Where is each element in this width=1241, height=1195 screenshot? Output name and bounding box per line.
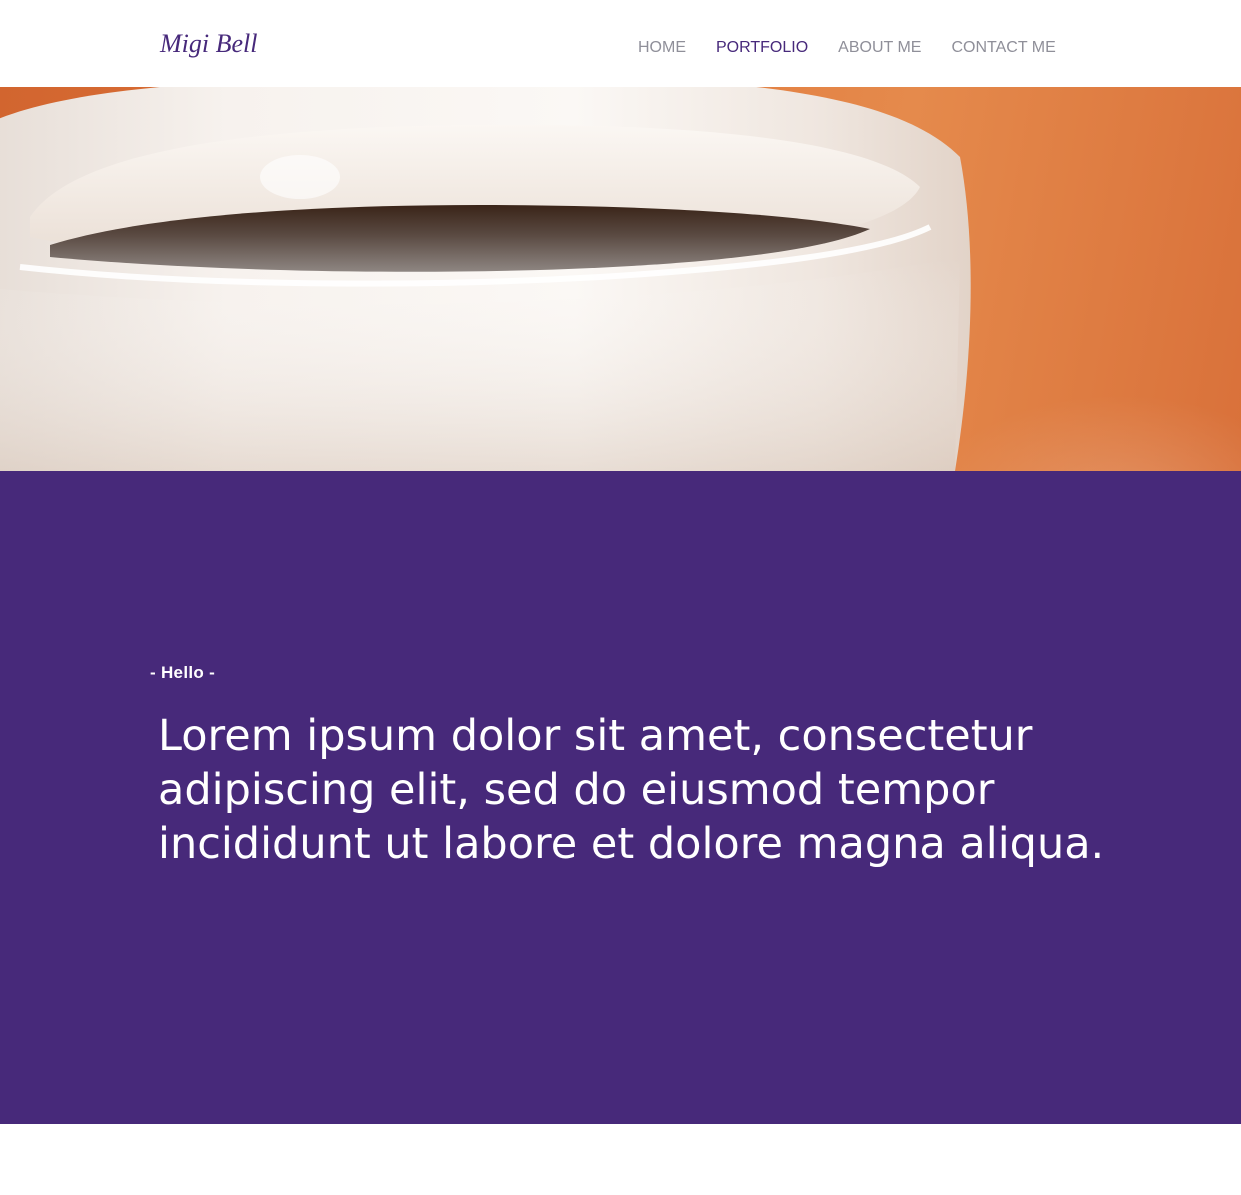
hero-image xyxy=(0,87,1241,471)
nav-contact-me[interactable]: CONTACT ME xyxy=(951,40,1055,56)
intro-section: - Hello - Lorem ipsum dolor sit amet, co… xyxy=(0,471,1241,1124)
coffee-cup-illustration xyxy=(0,87,971,471)
site-header: Migi Bell HOME PORTFOLIO ABOUT ME CONTAC… xyxy=(0,0,1241,87)
page-bottom xyxy=(0,1124,1241,1195)
nav-about-me[interactable]: ABOUT ME xyxy=(838,40,921,56)
nav-home[interactable]: HOME xyxy=(638,40,686,56)
main-nav: HOME PORTFOLIO ABOUT ME CONTACT ME xyxy=(638,40,1056,56)
nav-portfolio[interactable]: PORTFOLIO xyxy=(716,40,808,56)
intro-text: Lorem ipsum dolor sit amet, consectetur … xyxy=(158,711,1105,869)
site-logo[interactable]: Migi Bell xyxy=(160,31,257,57)
intro-eyebrow: - Hello - xyxy=(150,663,216,682)
page: Migi Bell HOME PORTFOLIO ABOUT ME CONTAC… xyxy=(0,0,1241,1195)
